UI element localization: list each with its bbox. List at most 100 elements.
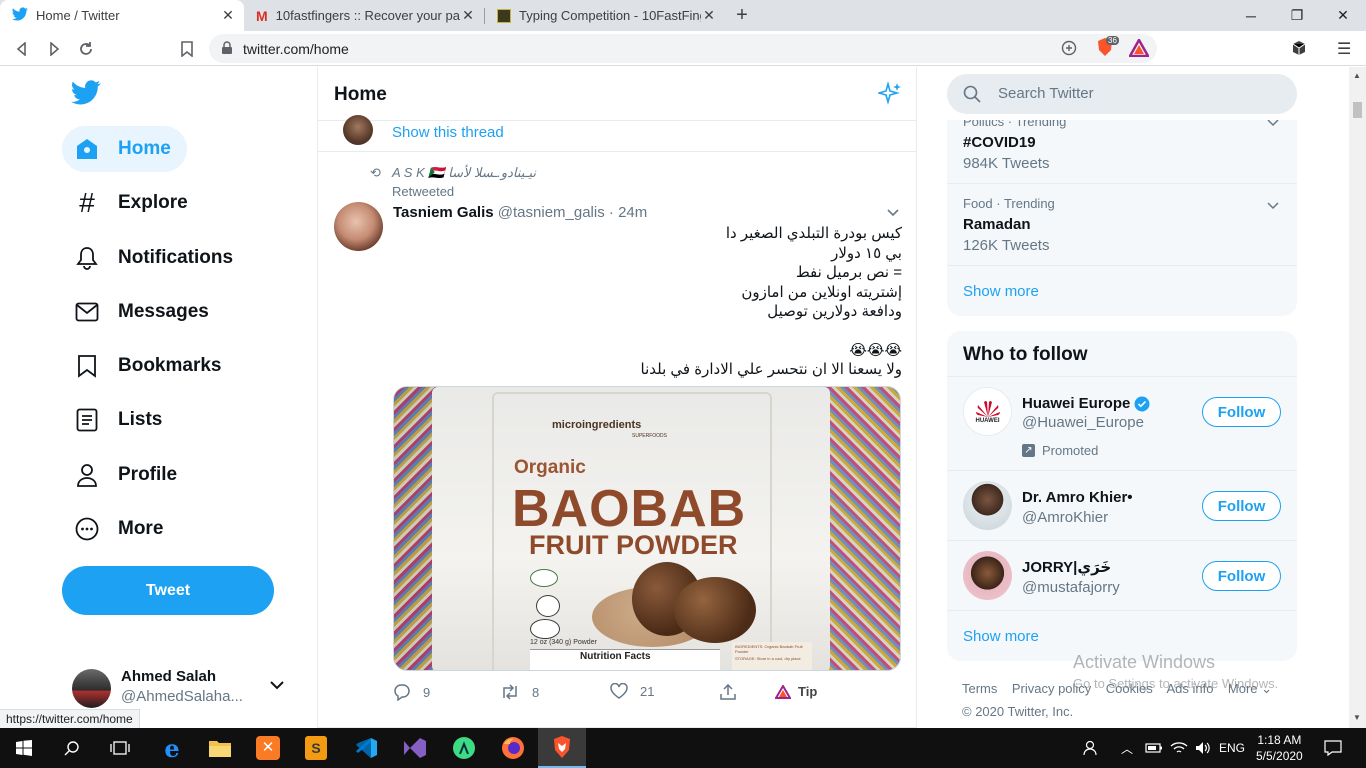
- follow-button[interactable]: Follow: [1202, 561, 1281, 591]
- close-tab-icon[interactable]: ✕: [460, 7, 476, 24]
- nav-profile[interactable]: Profile: [62, 452, 193, 498]
- scroll-up-arrow-icon[interactable]: ▲: [1353, 71, 1361, 80]
- tweet-author-handle[interactable]: @tasniem_galis: [498, 204, 605, 221]
- brave-taskbar-icon[interactable]: [538, 728, 586, 768]
- search-icon[interactable]: [48, 728, 96, 768]
- nav-messages[interactable]: Messages: [62, 289, 225, 335]
- firefox-icon[interactable]: [489, 728, 537, 768]
- back-icon[interactable]: [11, 38, 33, 60]
- show-thread-link[interactable]: Show this thread: [392, 124, 504, 141]
- tweet-author-name[interactable]: Tasniem Galis: [393, 204, 494, 221]
- trends-show-more[interactable]: Show more: [963, 283, 1039, 300]
- zoom-plus-circle-icon[interactable]: [1061, 40, 1077, 61]
- reload-icon[interactable]: [75, 38, 97, 60]
- ingredients-panel: INGREDIENTS: Organic Baobab Fruit Powder…: [732, 642, 812, 670]
- nav-lists[interactable]: Lists: [62, 397, 178, 443]
- retweeted-label: Retweeted: [392, 184, 455, 199]
- footer-link-terms[interactable]: Terms: [962, 681, 997, 696]
- follow-suggestion[interactable]: HUAWEI Huawei Europe @Huawei_Europe ↗ Pr…: [947, 377, 1297, 471]
- like-button[interactable]: 21: [610, 683, 654, 700]
- xampp-icon[interactable]: ✕: [244, 728, 292, 768]
- file-explorer-icon[interactable]: [196, 728, 244, 768]
- clock[interactable]: 1:18 AM 5/5/2020: [1256, 728, 1303, 768]
- close-tab-icon[interactable]: ✕: [220, 7, 236, 24]
- search-icon: [963, 85, 981, 108]
- edge-icon[interactable]: e: [148, 728, 196, 768]
- usda-organic-seal-icon: [530, 569, 558, 587]
- close-tab-icon[interactable]: ✕: [701, 7, 717, 24]
- task-view-icon[interactable]: [96, 728, 144, 768]
- promoted-arrow-icon: ↗: [1022, 444, 1035, 457]
- new-tab-plus-icon[interactable]: +: [731, 4, 753, 26]
- retweet-count: 8: [532, 684, 540, 700]
- trend-item[interactable]: Food · Trending Ramadan 126K Tweets: [947, 184, 1297, 266]
- brave-rewards-icon[interactable]: [1127, 37, 1151, 62]
- address-bar[interactable]: twitter.com/home: [209, 34, 1157, 63]
- brave-shields-icon[interactable]: 36: [1096, 36, 1119, 62]
- scrollbar-thumb[interactable]: [1353, 102, 1362, 118]
- nav-bookmarks[interactable]: Bookmarks: [62, 343, 238, 389]
- who-to-follow-show-more[interactable]: Show more: [963, 628, 1039, 645]
- forward-icon[interactable]: [43, 38, 65, 60]
- tab-home-twitter[interactable]: Home / Twitter ✕: [0, 0, 244, 31]
- people-icon[interactable]: [1083, 728, 1101, 768]
- action-center-icon[interactable]: [1324, 728, 1342, 768]
- sparkle-icon[interactable]: [876, 81, 902, 110]
- retweet-button[interactable]: 8: [500, 683, 539, 701]
- follow-name: Dr. Amro Khier•: [1022, 489, 1133, 506]
- status-bar-url: https://twitter.com/home: [0, 709, 140, 728]
- follow-suggestion[interactable]: Dr. Amro Khier• @AmroKhier Follow: [947, 472, 1297, 541]
- nav-explore[interactable]: # Explore: [62, 180, 204, 226]
- nav-home[interactable]: Home: [62, 126, 187, 172]
- browser-toolbar: twitter.com/home 36 ☰: [0, 31, 1366, 66]
- wifi-icon[interactable]: [1170, 728, 1188, 768]
- twitter-logo-icon[interactable]: [71, 80, 101, 111]
- android-studio-icon[interactable]: [440, 728, 488, 768]
- chevron-down-icon: [269, 677, 285, 695]
- tweet-author-avatar[interactable]: [334, 202, 383, 251]
- chevron-down-icon[interactable]: [1267, 197, 1279, 215]
- retweeter-name[interactable]: A S K 🇸🇩 نيـينادو.ـسلا لأسا: [392, 165, 536, 181]
- tweet-time[interactable]: 24m: [618, 204, 647, 221]
- hashtag-icon: #: [79, 187, 95, 218]
- tweet-menu-chevron-icon[interactable]: [886, 205, 900, 223]
- vscode-icon[interactable]: [342, 728, 390, 768]
- follow-button[interactable]: Follow: [1202, 491, 1281, 521]
- share-button[interactable]: [719, 683, 737, 704]
- tweet[interactable]: ⟲ A S K 🇸🇩 نيـينادو.ـسلا لأسا Retweeted …: [318, 152, 916, 728]
- show-hidden-icons-chevron[interactable]: ︿: [1121, 728, 1133, 768]
- close-window-icon[interactable]: ✕: [1320, 0, 1366, 31]
- account-switcher[interactable]: Ahmed Salah @AhmedSalaha...: [62, 663, 302, 713]
- minimize-icon[interactable]: ─: [1228, 0, 1274, 31]
- nav-more[interactable]: More: [62, 506, 179, 552]
- tweet-button[interactable]: Tweet: [62, 566, 274, 615]
- battery-icon[interactable]: [1145, 728, 1163, 768]
- scroll-down-arrow-icon[interactable]: ▼: [1353, 713, 1361, 722]
- page-scrollbar[interactable]: ▲ ▼: [1349, 67, 1366, 728]
- restore-window-icon[interactable]: ❐: [1274, 0, 1320, 31]
- show-thread-row[interactable]: Show this thread: [318, 115, 916, 152]
- trend-item[interactable]: Politics · Trending #COVID19 984K Tweets: [947, 120, 1297, 184]
- extensions-cube-icon[interactable]: [1291, 40, 1307, 61]
- nav-notifications[interactable]: Notifications: [62, 235, 249, 281]
- sublime-text-icon[interactable]: S: [292, 728, 340, 768]
- volume-icon[interactable]: [1195, 728, 1211, 768]
- follow-button[interactable]: Follow: [1202, 397, 1281, 427]
- tweet-line: ودافعة دولارين توصيل: [767, 303, 902, 320]
- chevron-down-icon[interactable]: [1267, 120, 1279, 132]
- brave-tip-button[interactable]: Tip: [775, 684, 817, 699]
- search-input[interactable]: Search Twitter: [947, 74, 1297, 114]
- windows-start-icon[interactable]: [0, 728, 48, 768]
- tab-10fastfingers-recover[interactable]: M 10fastfingers :: Recover your passw ✕: [244, 0, 484, 31]
- bookmark-page-icon[interactable]: [176, 38, 198, 60]
- follow-suggestion[interactable]: JORRY|خَرَي @mustafajorry Follow: [947, 542, 1297, 611]
- tweet-line: كيس بودرة التبلدي الصغير دا: [725, 225, 902, 242]
- visual-studio-icon[interactable]: [391, 728, 439, 768]
- tweet-line: ولا يسعنا الا ان نتحسر علي الادارة في بل…: [640, 361, 903, 378]
- reply-button[interactable]: 9: [393, 683, 430, 701]
- browser-menu-icon[interactable]: ☰: [1337, 39, 1351, 59]
- tweet-image[interactable]: microingredients SUPERFOODS Organic BAOB…: [393, 386, 901, 671]
- tab-typing-competition[interactable]: Typing Competition - 10FastFinger ✕: [485, 0, 725, 31]
- language-indicator[interactable]: ENG: [1219, 728, 1245, 768]
- vegan-badge-icon: [536, 595, 560, 617]
